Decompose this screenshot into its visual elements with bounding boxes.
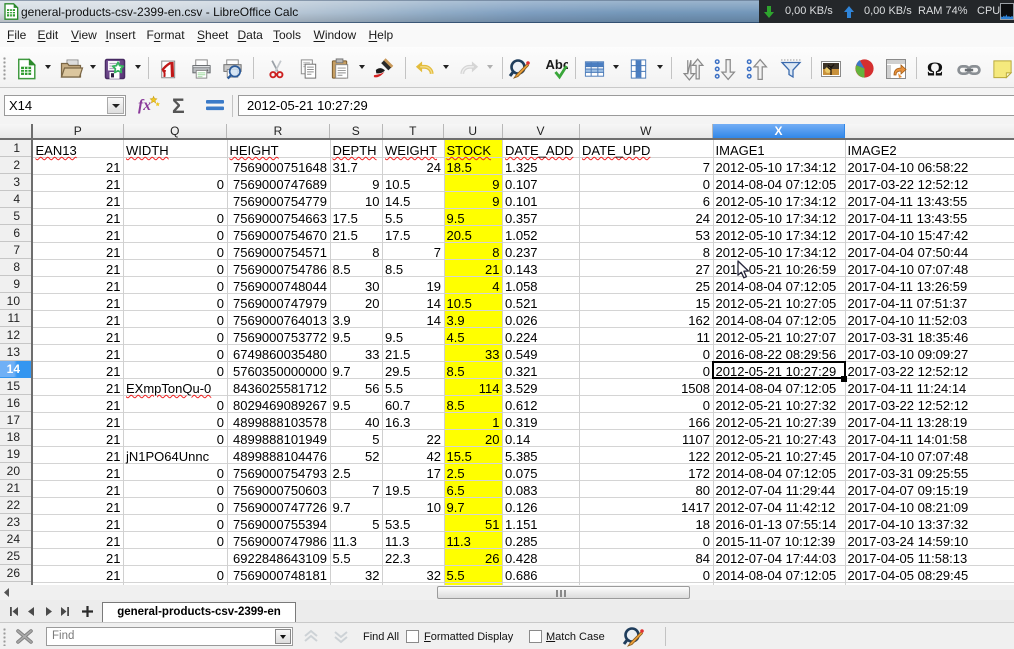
svg-text:fx: fx xyxy=(138,97,151,114)
svg-text:Σ: Σ xyxy=(172,95,185,117)
svg-text:Ω: Ω xyxy=(927,58,943,80)
